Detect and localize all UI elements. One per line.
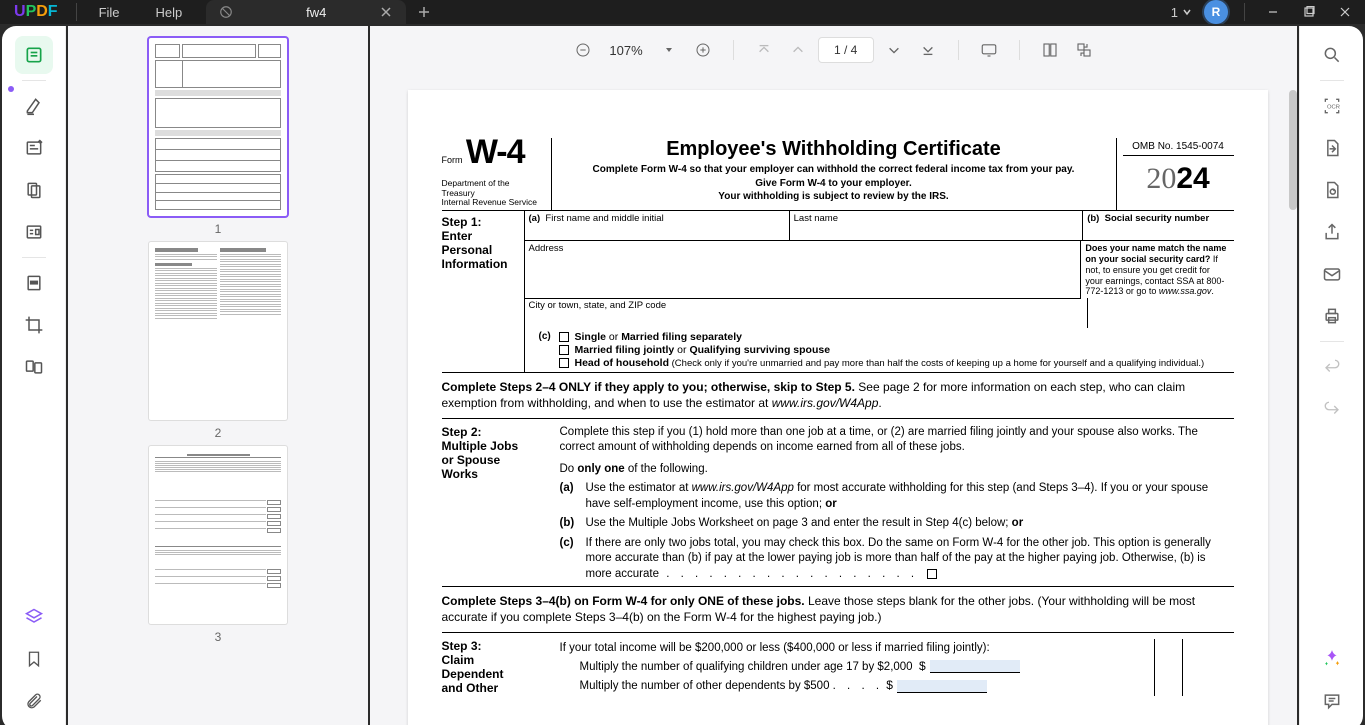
titlebar: UPDF File Help fw4 1 R xyxy=(0,0,1365,24)
first-page-button[interactable] xyxy=(750,36,778,64)
amount-field-other-dep[interactable] xyxy=(897,680,987,693)
thumbnail-label-2: 2 xyxy=(215,426,222,440)
scrollbar-thumb[interactable] xyxy=(1289,90,1297,210)
zoom-in-button[interactable] xyxy=(689,36,717,64)
zoom-level: 107% xyxy=(603,43,648,58)
window-count[interactable]: 1 xyxy=(1171,5,1192,20)
comment-button[interactable] xyxy=(1313,682,1351,720)
page-input[interactable]: 1 / 4 xyxy=(818,37,874,63)
text-edit-button[interactable] xyxy=(15,129,53,167)
page-thumbnail-1[interactable] xyxy=(149,38,287,216)
undo-button[interactable] xyxy=(1313,348,1351,386)
left-tool-rail xyxy=(2,26,66,725)
checkbox-single[interactable] xyxy=(559,332,569,342)
layers-button[interactable] xyxy=(15,598,53,636)
active-indicator-dot xyxy=(8,86,14,92)
window-maximize-button[interactable] xyxy=(1297,0,1321,24)
app-logo: UPDF xyxy=(0,3,72,21)
form-tool-button[interactable] xyxy=(15,213,53,251)
new-tab-button[interactable] xyxy=(406,0,442,24)
menu-help[interactable]: Help xyxy=(138,0,201,24)
reader-mode-button[interactable] xyxy=(15,36,53,74)
window-minimize-button[interactable] xyxy=(1261,0,1285,24)
pages-tool-button[interactable] xyxy=(15,171,53,209)
convert-button[interactable] xyxy=(1313,171,1351,209)
tab-doc-icon xyxy=(218,4,234,20)
page-layout-button[interactable] xyxy=(1036,36,1064,64)
print-button[interactable] xyxy=(1313,297,1351,335)
search-button[interactable] xyxy=(1313,36,1351,74)
omb-number: OMB No. 1545-0074 xyxy=(1123,138,1234,155)
zoom-out-button[interactable] xyxy=(569,36,597,64)
fit-button[interactable] xyxy=(1070,36,1098,64)
ocr-button[interactable]: OCR xyxy=(1313,87,1351,125)
next-page-button[interactable] xyxy=(880,36,908,64)
page-thumbnail-3[interactable] xyxy=(149,446,287,624)
tab-title: fw4 xyxy=(244,5,368,20)
view-toolbar: 107% 1 / 4 xyxy=(370,26,1297,74)
checkbox-married-joint[interactable] xyxy=(559,345,569,355)
page-thumbnail-2[interactable] xyxy=(149,242,287,420)
last-page-button[interactable] xyxy=(914,36,942,64)
presentation-button[interactable] xyxy=(975,36,1003,64)
form-label: Form xyxy=(442,155,463,165)
menu-file[interactable]: File xyxy=(81,0,138,24)
svg-text:OCR: OCR xyxy=(1327,105,1340,111)
document-tab[interactable]: fw4 xyxy=(206,0,406,24)
chevron-down-icon xyxy=(1182,7,1192,17)
main-panel: 107% 1 / 4 xyxy=(370,26,1297,725)
attachment-button[interactable] xyxy=(15,682,53,720)
user-avatar[interactable]: R xyxy=(1204,0,1228,24)
email-button[interactable] xyxy=(1313,255,1351,293)
amount-field-children[interactable] xyxy=(930,660,1020,673)
form-title: Employee's Withholding Certificate xyxy=(560,138,1108,161)
window-close-button[interactable] xyxy=(1333,0,1357,24)
checkbox-hoh[interactable] xyxy=(559,358,569,368)
highlight-tool-button[interactable] xyxy=(15,87,53,125)
thumbnail-label-1: 1 xyxy=(215,222,222,236)
export-button[interactable] xyxy=(1313,129,1351,167)
compare-tool-button[interactable] xyxy=(15,348,53,386)
bookmark-button[interactable] xyxy=(15,640,53,678)
redact-tool-button[interactable] xyxy=(15,264,53,302)
redo-button[interactable] xyxy=(1313,390,1351,428)
pdf-page: Form W-4 Department of the TreasuryInter… xyxy=(408,90,1268,725)
right-tool-rail: OCR xyxy=(1299,26,1363,725)
thumbnail-panel: 1 xyxy=(68,26,368,725)
checkbox-two-jobs[interactable] xyxy=(927,569,937,579)
share-button[interactable] xyxy=(1313,213,1351,251)
crop-tool-button[interactable] xyxy=(15,306,53,344)
zoom-dropdown-button[interactable] xyxy=(655,36,683,64)
ai-button[interactable] xyxy=(1313,640,1351,678)
prev-page-button[interactable] xyxy=(784,36,812,64)
thumbnail-label-3: 3 xyxy=(215,630,222,644)
document-viewport[interactable]: Form W-4 Department of the TreasuryInter… xyxy=(370,74,1297,725)
form-code: W-4 xyxy=(466,133,525,171)
tab-close-icon[interactable] xyxy=(378,4,394,20)
